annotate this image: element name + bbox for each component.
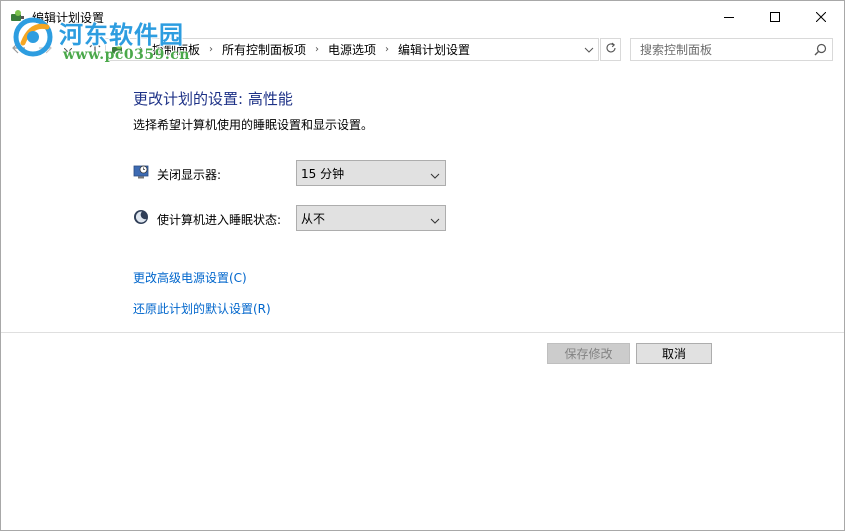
refresh-icon (605, 42, 617, 57)
display-off-dropdown[interactable]: 15 分钟 (296, 160, 446, 186)
minimize-icon (724, 12, 734, 22)
cancel-button[interactable]: 取消 (636, 343, 712, 364)
breadcrumb-power-options[interactable]: 电源选项 (328, 41, 376, 58)
chevron-right-icon[interactable]: › (376, 44, 398, 55)
close-button[interactable] (798, 1, 844, 32)
advanced-power-settings-link[interactable]: 更改高级电源设置(C) (133, 269, 247, 286)
chevron-right-icon[interactable]: › (306, 44, 328, 55)
chevron-right-icon[interactable]: › (200, 44, 222, 55)
watermark-site-name: 河东软件园 (59, 20, 184, 49)
search-box[interactable] (630, 38, 833, 61)
sleep-dropdown[interactable]: 从不 (296, 205, 446, 231)
save-changes-button[interactable]: 保存修改 (547, 343, 630, 364)
sleep-value: 从不 (301, 212, 326, 226)
maximize-icon (770, 11, 780, 22)
watermark-url: www.pc0359.cn (63, 47, 190, 63)
display-off-value: 15 分钟 (301, 167, 345, 181)
divider (1, 332, 844, 333)
edit-plan-settings-window: 编辑计划设置 › 控制面板 › 所有控制面板项 › 电源选项 › 编辑计划设置 … (0, 0, 845, 531)
monitor-icon (133, 164, 149, 180)
maximize-button[interactable] (752, 1, 798, 32)
watermark-logo-icon (9, 13, 59, 63)
refresh-button[interactable] (600, 38, 621, 61)
display-off-label: 关闭显示器: (157, 168, 222, 182)
search-input[interactable] (631, 39, 810, 60)
search-icon[interactable] (814, 43, 827, 56)
minimize-button[interactable] (706, 1, 752, 32)
chevron-down-icon (430, 169, 440, 179)
sleep-label: 使计算机进入睡眠状态: (157, 213, 282, 227)
restore-defaults-link[interactable]: 还原此计划的默认设置(R) (133, 300, 271, 317)
breadcrumb-edit-plan[interactable]: 编辑计划设置 (398, 41, 470, 58)
close-icon (816, 11, 826, 22)
page-title: 更改计划的设置: 高性能 (133, 90, 293, 108)
chevron-down-icon (430, 214, 440, 224)
address-history-dropdown[interactable] (584, 44, 594, 54)
moon-sleep-icon (133, 209, 149, 225)
breadcrumb-all-items[interactable]: 所有控制面板项 (222, 41, 306, 58)
page-description: 选择希望计算机使用的睡眠设置和显示设置。 (133, 118, 374, 132)
